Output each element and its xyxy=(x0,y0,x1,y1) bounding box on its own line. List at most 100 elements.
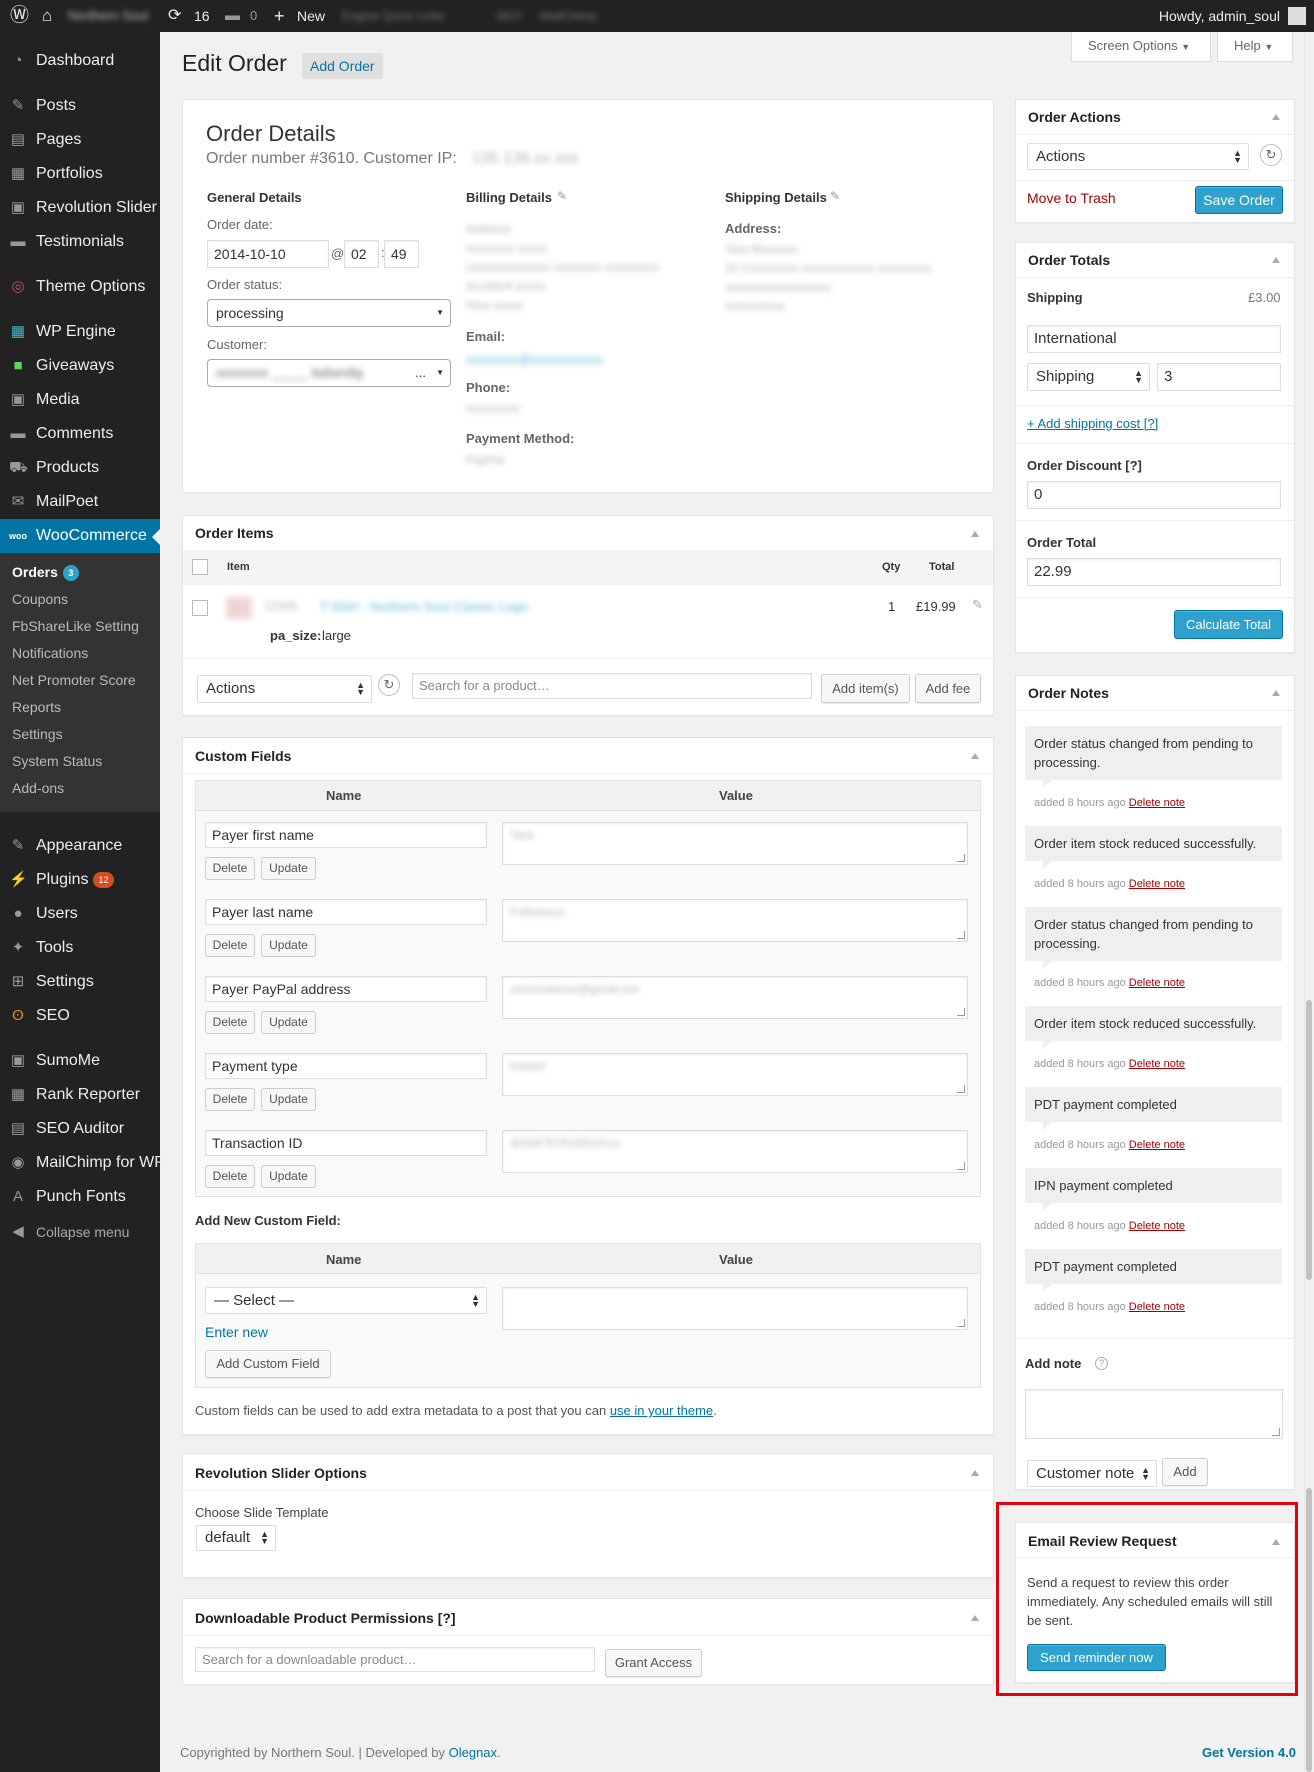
collapse-menu[interactable]: ◀ Collapse menu xyxy=(0,1215,160,1249)
use-in-theme-link[interactable]: use in your theme xyxy=(610,1403,713,1418)
delete-note-link[interactable]: Delete note xyxy=(1129,797,1185,809)
sidebar-item-revolution-slider[interactable]: ▣ Revolution Slider xyxy=(0,191,160,225)
new-custom-field-value[interactable] xyxy=(502,1287,968,1330)
get-version-link[interactable]: Get Version 4.0 xyxy=(1202,1745,1296,1760)
update-field-button[interactable]: Update xyxy=(261,1165,316,1188)
sidebar-item-seo-auditor[interactable]: ▤ SEO Auditor xyxy=(0,1112,160,1146)
delete-field-button[interactable]: Delete xyxy=(205,1011,255,1034)
add-note-button[interactable]: Add xyxy=(1162,1458,1208,1486)
custom-field-value-textarea[interactable]: xxxxmatarax@gmail.xxx xyxy=(502,976,968,1019)
howdy-link[interactable]: Howdy, admin_soul xyxy=(1159,0,1280,32)
avatar[interactable] xyxy=(1288,7,1306,25)
submenu-fbsharelike[interactable]: FbShareLike Setting xyxy=(0,613,160,640)
save-order-button[interactable]: Save Order xyxy=(1195,186,1283,214)
comments-count[interactable]: 0 xyxy=(250,0,257,32)
scrollbar-thumb-secondary[interactable] xyxy=(1306,1488,1312,1772)
delete-note-link[interactable]: Delete note xyxy=(1129,1058,1185,1070)
submenu-reports[interactable]: Reports xyxy=(0,694,160,721)
calculate-total-button[interactable]: Calculate Total xyxy=(1174,610,1283,639)
custom-field-value-textarea[interactable]: 4DG67678156101xx xyxy=(502,1130,968,1173)
collapse-toggle-icon[interactable] xyxy=(1272,690,1280,696)
collapse-toggle-icon[interactable] xyxy=(971,1470,979,1476)
delete-note-link[interactable]: Delete note xyxy=(1129,1139,1185,1151)
delete-field-button[interactable]: Delete xyxy=(205,934,255,957)
adminbar-link-mailchimp[interactable]: MailChimp xyxy=(540,0,630,32)
sidebar-item-mailchimp[interactable]: ◉ MailChimp for WP xyxy=(0,1146,164,1180)
update-field-button[interactable]: Update xyxy=(261,857,316,880)
add-fee-button[interactable]: Add fee xyxy=(915,674,981,703)
edit-item-pencil-icon[interactable]: ✎ xyxy=(972,597,983,613)
submenu-system-status[interactable]: System Status xyxy=(0,748,160,775)
updates-icon[interactable]: ⟳ xyxy=(168,0,181,32)
sidebar-item-appearance[interactable]: ✎ Appearance xyxy=(0,829,160,863)
sidebar-item-dashboard[interactable]: ◔ Dashboard xyxy=(0,44,160,78)
delete-field-button[interactable]: Delete xyxy=(205,857,255,880)
custom-field-name-input[interactable]: Transaction ID xyxy=(205,1130,487,1156)
custom-fields-header[interactable]: Custom Fields xyxy=(183,738,993,774)
order-notes-header[interactable]: Order Notes xyxy=(1016,676,1294,711)
order-date-input[interactable]: 2014-10-10 xyxy=(207,240,329,268)
custom-field-name-input[interactable]: Payer first name xyxy=(205,822,487,848)
home-icon[interactable]: ⌂ xyxy=(42,0,52,32)
add-note-textarea[interactable] xyxy=(1025,1389,1283,1439)
customer-select[interactable]: xxxxxxxx _____ italiandig... ▼ xyxy=(207,359,451,387)
enter-new-link[interactable]: Enter new xyxy=(205,1324,268,1340)
custom-field-value-textarea[interactable]: instant xyxy=(502,1053,968,1096)
custom-field-name-input[interactable]: Payer last name xyxy=(205,899,487,925)
downloadable-header[interactable]: Downloadable Product Permissions [?] xyxy=(183,1599,993,1636)
order-hour-input[interactable]: 02 xyxy=(344,240,379,268)
select-all-checkbox[interactable] xyxy=(192,559,208,575)
sidebar-item-users[interactable]: ● Users xyxy=(0,897,160,931)
delete-note-link[interactable]: Delete note xyxy=(1129,1220,1185,1232)
edit-billing-pencil-icon[interactable]: ✎ xyxy=(557,189,567,203)
sidebar-item-seo[interactable]: ʘ SEO xyxy=(0,999,160,1033)
order-actions-header[interactable]: Order Actions xyxy=(1016,100,1294,135)
screen-options-button[interactable]: Screen Options ▼ xyxy=(1071,32,1211,62)
sidebar-item-giveaways[interactable]: ■ Giveaways xyxy=(0,349,160,383)
update-field-button[interactable]: Update xyxy=(261,1088,316,1111)
update-field-button[interactable]: Update xyxy=(261,934,316,957)
item-checkbox[interactable] xyxy=(192,600,208,616)
sidebar-item-portfolios[interactable]: ▦ Portfolios xyxy=(0,157,160,191)
order-minute-input[interactable]: 49 xyxy=(384,240,419,268)
submenu-coupons[interactable]: Coupons xyxy=(0,586,160,613)
billing-email-link[interactable]: xxxxxxxx@xxxxxxxxxxx xyxy=(466,352,603,367)
product-name-link[interactable]: T-Shirt - Northern Soul Classic Logo xyxy=(320,599,550,614)
move-to-trash-link[interactable]: Move to Trash xyxy=(1027,190,1116,206)
order-totals-header[interactable]: Order Totals xyxy=(1016,243,1294,278)
collapse-toggle-icon[interactable] xyxy=(1272,114,1280,120)
sidebar-item-settings[interactable]: ⊞ Settings xyxy=(0,965,160,999)
downloadable-search-input[interactable]: Search for a downloadable product… xyxy=(195,1647,595,1672)
scrollbar-thumb[interactable] xyxy=(1306,1000,1312,1280)
submenu-notifications[interactable]: Notifications xyxy=(0,640,160,667)
bulk-actions-select[interactable]: Actions ▲ ▼ xyxy=(197,675,372,703)
custom-field-key-select[interactable]: — Select — ▲ ▼ xyxy=(205,1287,487,1314)
add-shipping-cost-link[interactable]: + Add shipping cost [?] xyxy=(1027,416,1158,431)
new-link[interactable]: New xyxy=(297,0,325,32)
shipping-cost-input[interactable]: 3 xyxy=(1157,363,1281,391)
note-type-select[interactable]: Customer note ▲ ▼ xyxy=(1027,1460,1157,1487)
delete-note-link[interactable]: Delete note xyxy=(1129,1301,1185,1313)
product-search-input[interactable]: Search for a product… xyxy=(412,673,812,699)
update-field-button[interactable]: Update xyxy=(261,1011,316,1034)
sidebar-item-wp-engine[interactable]: ▦ WP Engine xyxy=(0,315,160,349)
sidebar-item-rank-reporter[interactable]: ▦ Rank Reporter xyxy=(0,1078,160,1112)
help-icon[interactable]: ? xyxy=(1095,1357,1108,1370)
site-name-link[interactable]: Northern Soul xyxy=(68,0,158,32)
collapse-toggle-icon[interactable] xyxy=(971,753,979,759)
shipping-name-input[interactable]: International xyxy=(1027,325,1281,353)
custom-field-name-input[interactable]: Payer PayPal address xyxy=(205,976,487,1002)
submenu-orders[interactable]: Orders 3 xyxy=(0,559,160,586)
sidebar-item-posts[interactable]: ✎ Posts xyxy=(0,89,160,123)
sidebar-item-testimonials[interactable]: ▬ Testimonials xyxy=(0,225,160,259)
sidebar-item-woocommerce[interactable]: woo WooCommerce xyxy=(0,519,160,553)
collapse-toggle-icon[interactable] xyxy=(971,531,979,537)
sidebar-item-theme-options[interactable]: ◎ Theme Options xyxy=(0,270,160,304)
sidebar-item-tools[interactable]: ✦ Tools xyxy=(0,931,160,965)
order-discount-input[interactable]: 0 xyxy=(1027,481,1281,509)
rev-slider-header[interactable]: Revolution Slider Options xyxy=(183,1454,993,1491)
adminbar-link-seo[interactable]: SEO xyxy=(496,0,521,32)
delete-field-button[interactable]: Delete xyxy=(205,1165,255,1188)
sidebar-item-media[interactable]: ▣ Media xyxy=(0,383,160,417)
sidebar-item-punch-fonts[interactable]: A Punch Fonts xyxy=(0,1180,160,1214)
